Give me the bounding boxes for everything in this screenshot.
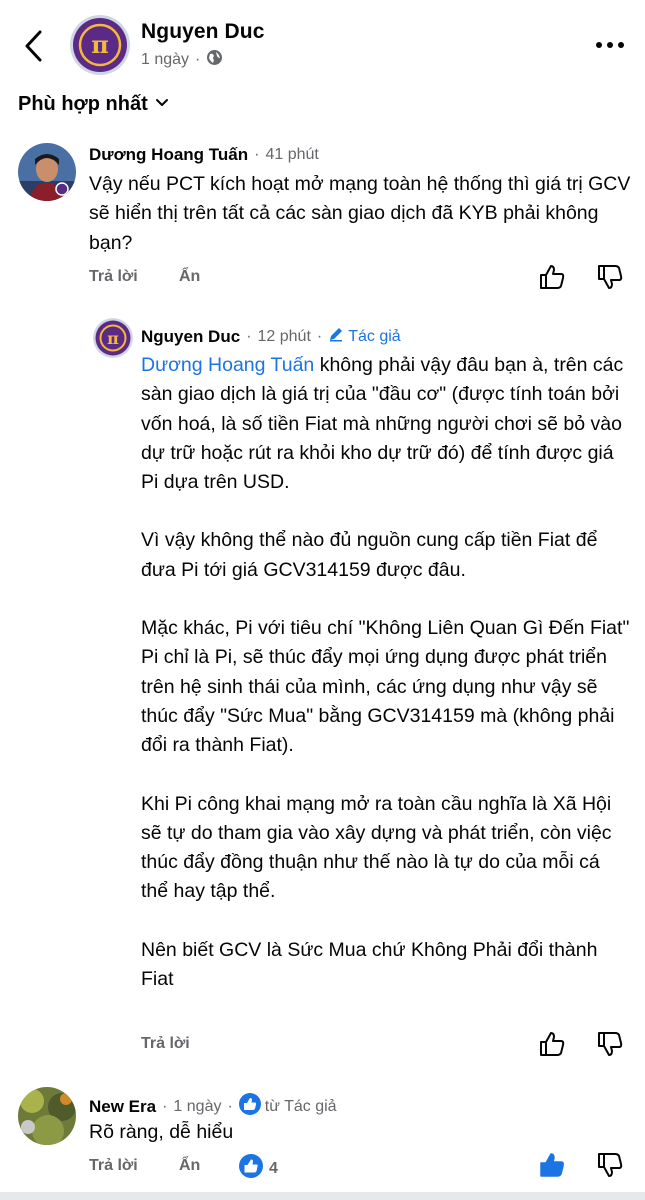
- dislike-icon[interactable]: [596, 1151, 626, 1181]
- avatar[interactable]: [18, 1087, 76, 1145]
- comment-header: Nguyen Duc · 12 phút · Tác giả: [141, 326, 401, 347]
- comment-time[interactable]: 1 ngày: [173, 1098, 221, 1116]
- avatar[interactable]: π: [93, 318, 133, 358]
- page-title[interactable]: Nguyen Duc: [141, 20, 265, 44]
- comment-paragraph: Mặc khác, Pi với tiêu chí "Không Liên Qu…: [141, 617, 630, 757]
- hide-button[interactable]: Ẩn: [179, 268, 200, 286]
- comment-author[interactable]: Nguyen Duc: [141, 327, 240, 347]
- pi-logo-icon: π: [93, 318, 133, 358]
- chevron-down-icon: [154, 93, 170, 116]
- like-badge-icon: [238, 1093, 261, 1120]
- mention-link[interactable]: Dương Hoang Tuấn: [141, 354, 314, 376]
- dislike-icon[interactable]: [596, 263, 626, 293]
- comment-author[interactable]: New Era: [89, 1097, 156, 1117]
- svg-text:π: π: [107, 329, 119, 348]
- comment-author[interactable]: Dương Hoang Tuấn: [89, 145, 248, 165]
- bottom-edge: [0, 1192, 645, 1200]
- comment-time[interactable]: 12 phút: [258, 328, 311, 346]
- separator: ·: [246, 327, 252, 345]
- separator: ·: [254, 146, 260, 163]
- like-icon[interactable]: [538, 1030, 568, 1060]
- svg-text:π: π: [91, 30, 109, 59]
- reaction-count-value: 4: [269, 1159, 278, 1177]
- comment-header: Dương Hoang Tuấn · 41 phút: [89, 145, 319, 165]
- reply-button[interactable]: Trả lời: [141, 1035, 190, 1053]
- sort-label: Phù hợp nhất: [18, 93, 148, 115]
- post-time[interactable]: 1 ngày: [141, 51, 189, 69]
- comment-paragraph: Dương Hoang Tuấn không phải vậy đâu bạn …: [141, 351, 631, 497]
- sort-dropdown[interactable]: Phù hợp nhất: [18, 93, 170, 116]
- separator: ·: [195, 51, 201, 68]
- like-icon[interactable]: [538, 1151, 568, 1181]
- comment-paragraph: Nên biết GCV là Sức Mua chứ Không Phải đ…: [141, 938, 598, 991]
- pi-logo-icon: π: [73, 18, 127, 72]
- author-like-badge: từ Tác giả: [238, 1093, 337, 1120]
- like-badge-icon: [239, 1154, 263, 1183]
- comment-time[interactable]: 41 phút: [265, 146, 318, 164]
- globe-icon: [206, 49, 223, 71]
- comment-header: New Era · 1 ngày · từ Tác giả: [89, 1093, 337, 1120]
- comment-body: Vậy nếu PCT kích hoạt mở mạng toàn hệ th…: [89, 173, 631, 254]
- back-arrow-icon[interactable]: [18, 26, 52, 66]
- comment-body: Dương Hoang Tuấn không phải vậy đâu bạn …: [141, 351, 631, 994]
- pencil-icon: [328, 326, 344, 347]
- author-badge-label: Tác giả: [348, 327, 401, 345]
- post-meta: 1 ngày ·: [141, 49, 223, 71]
- avatar[interactable]: [18, 143, 76, 201]
- comment-paragraph: Vì vậy không thể nào đủ nguồn cung cấp t…: [141, 529, 598, 581]
- reply-button[interactable]: Trả lời: [89, 268, 138, 286]
- comment-paragraph: Khi Pi công khai mạng mở ra toàn cầu ngh…: [141, 792, 612, 903]
- hide-button[interactable]: Ẩn: [179, 1157, 200, 1175]
- liked-by-label: từ Tác giả: [264, 1097, 337, 1115]
- comment-body: Rõ ràng, dễ hiểu: [89, 1121, 234, 1143]
- separator: ·: [316, 327, 323, 345]
- reaction-count[interactable]: 4: [239, 1154, 278, 1183]
- like-icon[interactable]: [538, 263, 568, 293]
- more-icon[interactable]: [590, 30, 630, 60]
- author-badge: Tác giả: [328, 326, 401, 347]
- separator: ·: [162, 1097, 168, 1115]
- separator: ·: [227, 1097, 233, 1115]
- avatar[interactable]: π: [70, 15, 130, 75]
- post-header: π Nguyen Duc 1 ngày ·: [0, 0, 645, 90]
- dislike-icon[interactable]: [596, 1030, 626, 1060]
- reply-button[interactable]: Trả lời: [89, 1157, 138, 1175]
